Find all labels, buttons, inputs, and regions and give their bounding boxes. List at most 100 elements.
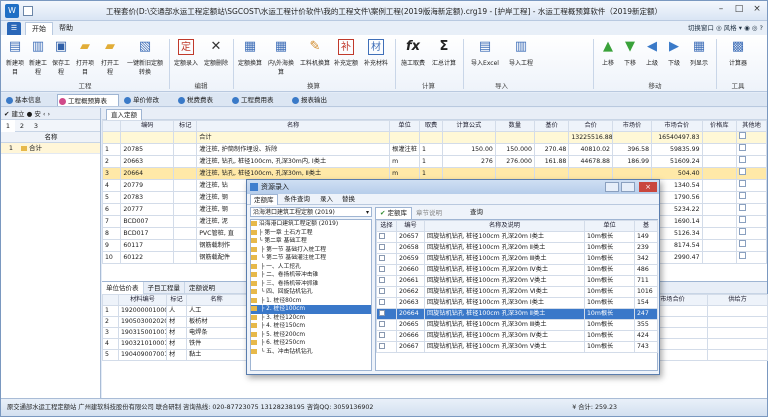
row-checkbox[interactable] xyxy=(739,216,747,223)
row-checkbox[interactable] xyxy=(739,156,747,163)
select-checkbox[interactable] xyxy=(379,321,385,327)
open-work-button[interactable]: ▰ 打开工程 xyxy=(100,39,120,79)
tab-cost-table[interactable]: 工程费用表 xyxy=(231,94,287,106)
tree-node[interactable]: ├ 第一章 土石方工程 xyxy=(251,229,371,238)
sea-convert-button[interactable]: ▦ 内\外海换算 xyxy=(265,39,297,79)
select-checkbox[interactable] xyxy=(379,299,385,305)
tree-node[interactable]: ├ 一、人工挖孔 xyxy=(251,263,371,272)
select-checkbox[interactable] xyxy=(379,332,385,338)
tab-help[interactable]: 帮助 xyxy=(53,22,79,35)
tree-node[interactable]: ├ 三、卷扬机带冲抓锥 xyxy=(251,280,371,289)
new-work-button[interactable]: ▥ 新建工程 xyxy=(28,39,48,79)
quota-convert-button[interactable]: ▦ 定额换算 xyxy=(237,39,263,79)
quota-list-row[interactable]: 20657 回旋钻机钻孔 桩径100cm 孔深20m Ⅰ类土 10m根长 149 xyxy=(376,231,658,243)
tab-entry[interactable]: 录入 xyxy=(317,194,336,205)
tree-node[interactable]: ├ 二、卷扬机带冲击锥 xyxy=(251,271,371,280)
select-checkbox[interactable] xyxy=(379,288,385,294)
row-checkbox[interactable] xyxy=(739,132,747,139)
tab-direct-quota[interactable]: 直入定额 xyxy=(106,109,142,120)
material-convert-button[interactable]: ✎ 工料机换算 xyxy=(300,39,330,79)
tree-node[interactable]: └ 第二章 基础工程 xyxy=(251,237,371,246)
tree-node[interactable]: └ 五、冲击钻机钻孔 xyxy=(251,348,371,357)
new-project-button[interactable]: ▤ 新建项目 xyxy=(5,39,25,79)
column-display-button[interactable]: ▦ 列显示 xyxy=(686,39,712,79)
quota-list-row[interactable]: 20663 回旋钻机钻孔 桩径100cm 孔深30m Ⅰ类土 10m根长 154 xyxy=(376,297,658,309)
tree-node[interactable]: ├ 5. 桩径200cm xyxy=(251,331,371,340)
row-checkbox[interactable] xyxy=(739,168,747,175)
quota-list-row[interactable]: 20660 回旋钻机钻孔 桩径100cm 孔深20m Ⅳ类土 10m根长 486 xyxy=(376,264,658,276)
tab-quota-library[interactable]: 定额库 xyxy=(250,194,278,205)
row-checkbox[interactable] xyxy=(739,144,747,151)
select-checkbox[interactable] xyxy=(379,343,385,349)
quota-delete-button[interactable]: ✕ 定额删除 xyxy=(203,39,229,79)
fee-button[interactable]: fx 施工取费 xyxy=(399,39,427,79)
row-checkbox[interactable] xyxy=(739,180,747,187)
convert-quota-button[interactable]: ▧ 一键新旧定额转换 xyxy=(125,39,165,79)
move-down-button[interactable]: ▼ 下移 xyxy=(620,39,640,79)
minimize-button[interactable]: – xyxy=(713,3,729,16)
select-checkbox[interactable] xyxy=(379,233,385,239)
level-tab[interactable]: 1 xyxy=(1,120,15,132)
tab-budget-table[interactable]: 工程概预算表 xyxy=(57,94,119,106)
tree-node[interactable]: └ 四、回旋钻机钻孔 xyxy=(251,288,371,297)
quota-list-row[interactable]: 20662 回旋钻机钻孔 桩径100cm 孔深20m Ⅵ类土 10m根长 1016 xyxy=(376,286,658,298)
select-checkbox[interactable] xyxy=(379,277,385,283)
select-checkbox[interactable] xyxy=(379,266,385,272)
row-checkbox[interactable] xyxy=(739,204,747,211)
tab-report-output[interactable]: 报表输出 xyxy=(291,94,341,106)
tree-node[interactable]: ├ 1. 桩径80cm xyxy=(251,297,371,306)
dialog-close-button[interactable]: × xyxy=(639,182,657,192)
quota-list-row[interactable]: 20665 回旋钻机钻孔 桩径100cm 孔深30m Ⅲ类土 10m根长 355 xyxy=(376,319,658,331)
import-work-button[interactable]: ▥ 导入工程 xyxy=(506,39,536,79)
tab-quota-list[interactable]: ✔ 定额库 xyxy=(375,207,413,219)
tree-node[interactable]: ├ 3. 桩径120cm xyxy=(251,314,371,323)
select-checkbox[interactable] xyxy=(379,255,385,261)
file-menu-button[interactable]: ☰ xyxy=(7,22,21,35)
search-label[interactable]: 查询 xyxy=(470,207,483,218)
tree-node[interactable]: ├ 4. 桩径150cm xyxy=(251,322,371,331)
quota-list-row[interactable]: 20659 回旋钻机钻孔 桩径100cm 孔深20m Ⅲ类土 10m根长 342 xyxy=(376,253,658,265)
tab-basic-info[interactable]: 基本信息 xyxy=(5,94,53,106)
row-checkbox[interactable] xyxy=(739,228,747,235)
tree-node[interactable]: ├ 6. 桩径250cm xyxy=(251,339,371,348)
add-quota-button[interactable]: 补补充定额 xyxy=(332,39,360,79)
tab-quota-notes[interactable]: 定额说明 xyxy=(185,282,219,294)
tab-start[interactable]: 开始 xyxy=(25,22,53,35)
import-excel-button[interactable]: ▤ 导入Excel xyxy=(467,39,503,79)
select-checkbox[interactable] xyxy=(379,310,385,316)
level-down-button[interactable]: ▶ 下级 xyxy=(664,39,684,79)
tab-quantity[interactable]: 子目工程量 xyxy=(144,282,185,294)
add-material-button[interactable]: 材补充材料 xyxy=(362,39,390,79)
tab-price-edit[interactable]: 单价修改 xyxy=(123,94,173,106)
quota-list-row[interactable]: 20666 回旋钻机钻孔 桩径100cm 孔深30m Ⅳ类土 10m根长 424 xyxy=(376,330,658,342)
tree-row[interactable]: 1 合计 xyxy=(1,143,100,154)
quota-list-row[interactable]: 20658 回旋钻机钻孔 桩径100cm 孔深20m Ⅱ类土 10m根长 239 xyxy=(376,242,658,254)
tree-toolbar[interactable]: ✔ 建立 ● 安 ‹ › xyxy=(1,108,100,120)
library-select[interactable]: 沿海港口建筑工程定额 (2019) ▾ xyxy=(250,207,372,217)
tree-node[interactable]: ├ 第一节 基础打入桩工程 xyxy=(251,246,371,255)
tree-node[interactable]: 沿海港口建筑工程定额 (2019) xyxy=(251,220,371,229)
window-tools[interactable]: 切换窗口 ◎ 风格 ▾ ◉ ◎ ? xyxy=(688,22,763,34)
select-checkbox[interactable] xyxy=(379,244,385,250)
tab-unit-price[interactable]: 单位估价表 xyxy=(102,282,144,294)
quota-list-row[interactable]: 20661 回旋钻机钻孔 桩径100cm 孔深20m Ⅴ类土 10m根长 711 xyxy=(376,275,658,287)
tree-node[interactable]: └ 第二节 基础灌注桩工程 xyxy=(251,254,371,263)
level-tab[interactable]: 2 xyxy=(15,120,29,132)
tab-tax-table[interactable]: 税费费表 xyxy=(177,94,227,106)
quota-list-row[interactable]: 20667 回旋钻机钻孔 桩径100cm 孔深30m Ⅴ类土 10m根长 743 xyxy=(376,341,658,353)
table-row[interactable]: 1 20785 灌注桩, 护筒制作埋设、拆除 根灌注桩 1 150.00 150.000 27… xyxy=(101,143,767,156)
table-row[interactable]: 合计 13225516.88 16540497.83 xyxy=(101,131,767,144)
row-checkbox[interactable] xyxy=(739,192,747,199)
dialog-maximize-button[interactable] xyxy=(605,182,619,192)
row-checkbox[interactable] xyxy=(739,252,747,259)
dialog-minimize-button[interactable] xyxy=(621,182,635,192)
summary-calc-button[interactable]: Σ 汇总计算 xyxy=(430,39,458,79)
quota-entry-button[interactable]: 定定额录入 xyxy=(173,39,199,79)
table-row[interactable]: 3 20664 灌注桩, 钻孔, 桩径100cm, 孔深30m, Ⅱ类土 m 1 504.… xyxy=(101,167,767,180)
tab-chapter-notes[interactable]: 章节说明 xyxy=(412,208,446,219)
tab-condition-query[interactable]: 条件查询 xyxy=(281,194,313,205)
close-button[interactable]: × xyxy=(749,3,765,16)
level-tab[interactable]: 3 xyxy=(29,120,43,132)
table-row[interactable]: 2 20663 灌注桩, 钻孔, 桩径100cm, 孔深30m内, Ⅰ类土 m 1 276… xyxy=(101,155,767,168)
save-work-button[interactable]: ▣ 保存工程 xyxy=(51,39,71,79)
